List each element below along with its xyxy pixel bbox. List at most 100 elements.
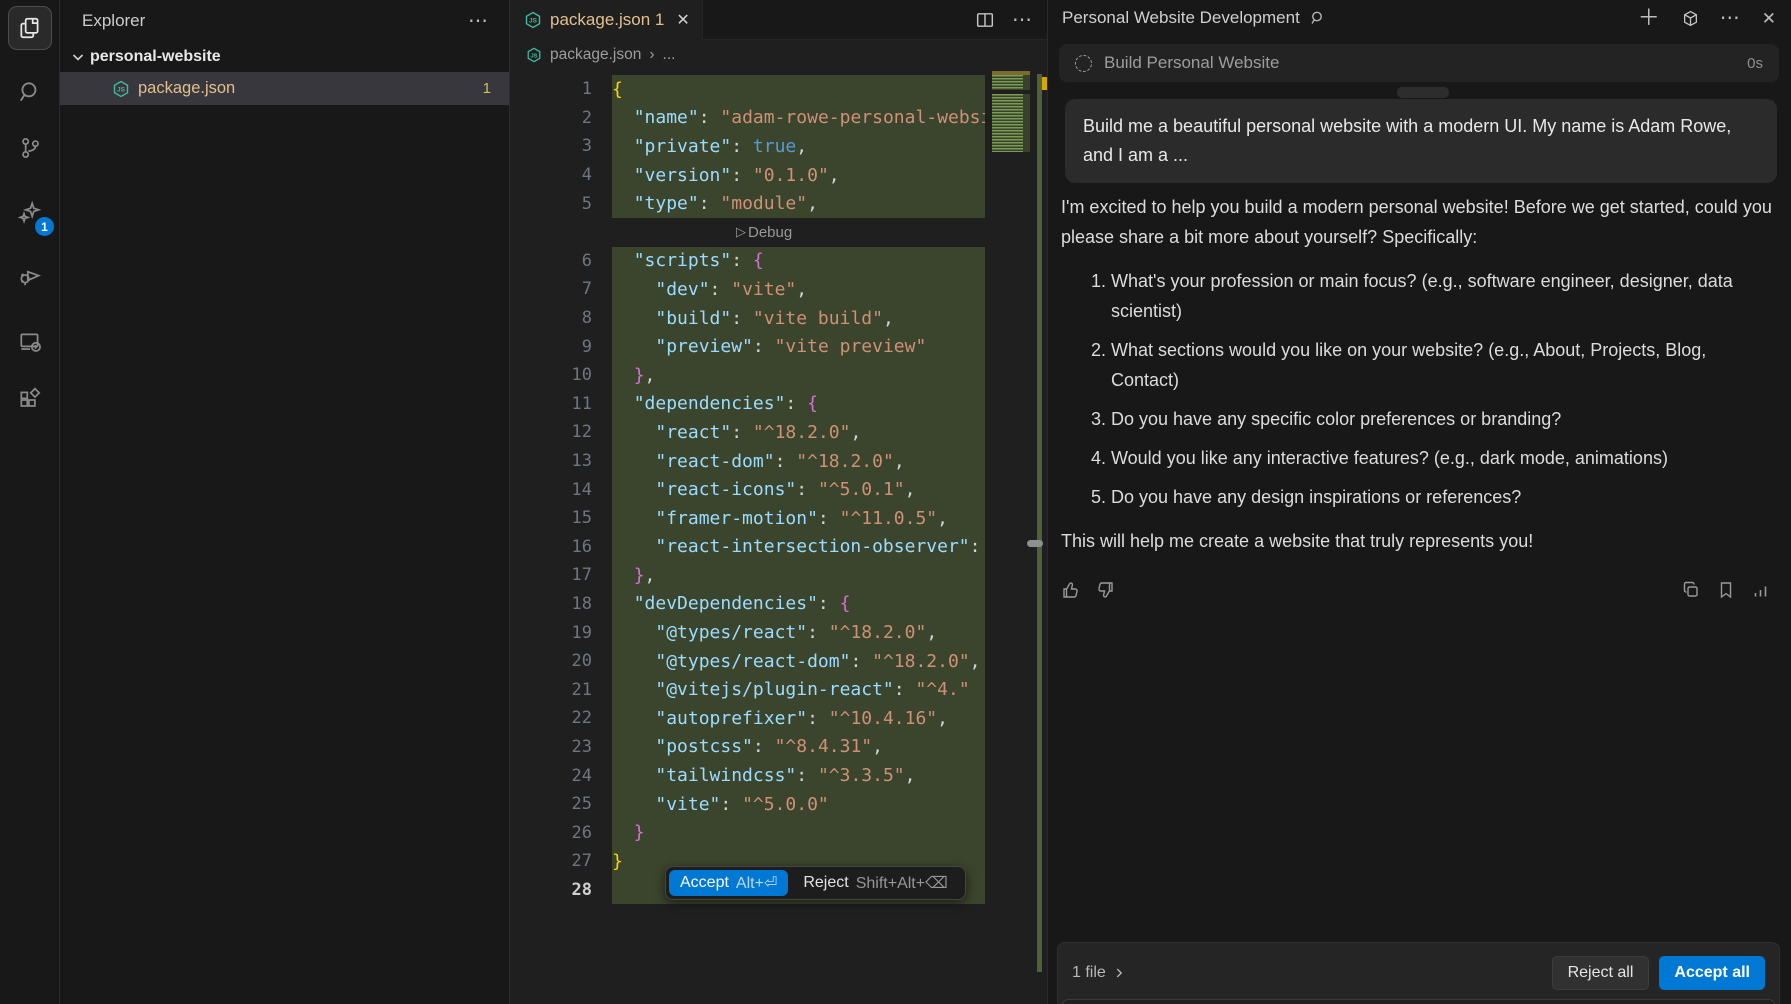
copilot-chat-icon[interactable]: 1 <box>8 190 52 234</box>
spinner-icon <box>1075 55 1092 72</box>
chevron-right-icon <box>1112 966 1126 980</box>
run-debug-icon[interactable] <box>8 253 52 297</box>
accept-all-button[interactable]: Accept all <box>1659 956 1765 990</box>
code-line: 10 }, <box>510 361 1047 390</box>
breadcrumb-separator: › <box>649 46 654 64</box>
copilot-badge: 1 <box>35 217 54 236</box>
minimap[interactable] <box>992 71 1030 152</box>
reject-all-button[interactable]: Reject all <box>1552 956 1650 990</box>
code-line: 8 "build": "vite build", <box>510 304 1047 333</box>
code-line: 18 "devDependencies": { <box>510 590 1047 619</box>
breadcrumb-more: ... <box>663 46 676 64</box>
breadcrumb[interactable]: JS package.json › ... <box>510 40 1047 70</box>
code-line: 5 "type": "module", <box>510 189 1047 218</box>
assistant-list-item: Would you like any interactive features?… <box>1111 443 1777 473</box>
run-triangle-icon: ▷ <box>736 224 746 240</box>
svg-text:JS: JS <box>117 86 126 93</box>
chat-close-icon[interactable]: ✕ <box>1762 10 1777 27</box>
code-line: 9 "preview": "vite preview" <box>510 332 1047 361</box>
assistant-list-item: Do you have any design inspirations or r… <box>1111 482 1777 512</box>
reject-keybinding: Shift+Alt+⌫ <box>856 873 948 893</box>
drag-handle[interactable] <box>1397 87 1449 98</box>
extensions-icon[interactable] <box>8 378 52 422</box>
search-icon[interactable] <box>8 70 52 114</box>
remote-explorer-icon[interactable] <box>8 320 52 364</box>
code-line: 2 "name": "adam-rowe-personal-website", <box>510 104 1047 133</box>
code-line: 23 "postcss": "^8.4.31", <box>510 733 1047 762</box>
breadcrumb-file: package.json <box>550 46 641 64</box>
assistant-intro: I'm excited to help you build a modern p… <box>1061 192 1777 252</box>
code-line: 25 "vite": "^5.0.0" <box>510 790 1047 819</box>
editor-group: JS package.json 1 ✕ ⋯ JS package.json › … <box>510 0 1047 1004</box>
new-chat-icon[interactable]: ＋ <box>1638 7 1661 29</box>
tab-label: package.json 1 <box>550 10 664 30</box>
accept-keybinding: Alt+⏎ <box>736 873 777 893</box>
tab-bar: JS package.json 1 ✕ ⋯ <box>510 0 1047 40</box>
files-changed-toggle[interactable]: 1 file <box>1072 964 1126 982</box>
assistant-outro: This will help me create a website that … <box>1061 526 1777 556</box>
code-lines[interactable]: 1{2 "name": "adam-rowe-personal-website"… <box>510 70 1047 1004</box>
code-line: 19 "@types/react": "^18.2.0", <box>510 618 1047 647</box>
svg-text:JS: JS <box>529 18 538 25</box>
file-row-package-json[interactable]: JS package.json 1 <box>60 72 509 105</box>
codelens-row[interactable]: ▷Debug <box>510 218 1047 247</box>
split-editor-icon[interactable] <box>976 11 994 29</box>
chat-header: Personal Website Development ＋ ⋯ ✕ <box>1048 0 1791 36</box>
inline-diff-toolbar: Accept Alt+⏎ Reject Shift+Alt+⌫ <box>665 866 966 900</box>
assistant-list-item: What's your profession or main focus? (e… <box>1111 266 1777 326</box>
thumbs-up-icon[interactable] <box>1061 580 1081 600</box>
task-elapsed-time: 0s <box>1747 55 1763 72</box>
chat-title: Personal Website Development <box>1062 8 1300 28</box>
assistant-list-item: Do you have any specific color preferenc… <box>1111 404 1777 434</box>
chat-input-top-edge[interactable] <box>1062 999 1775 1004</box>
chevron-down-icon <box>70 49 86 65</box>
bookmark-icon[interactable] <box>1716 580 1736 600</box>
assistant-list: What's your profession or main focus? (e… <box>1061 266 1777 512</box>
file-problem-badge: 1 <box>483 80 491 97</box>
source-control-icon[interactable] <box>8 126 52 170</box>
chat-panel: Personal Website Development ＋ ⋯ ✕ Build… <box>1047 0 1791 1004</box>
changes-footer: 1 file Reject all Accept all <box>1057 942 1780 1004</box>
explorer-more-icon[interactable]: ⋯ <box>468 11 489 31</box>
folder-name: personal-website <box>90 48 221 66</box>
task-label: Build Personal Website <box>1104 53 1279 73</box>
accept-button[interactable]: Accept Alt+⏎ <box>669 870 788 896</box>
code-line: 16 "react-intersection-observer": <box>510 533 1047 562</box>
code-line: 6 "scripts": { <box>510 247 1047 276</box>
code-line: 21 "@vitejs/plugin-react": "^4." <box>510 675 1047 704</box>
message-actions <box>1061 580 1771 600</box>
package-box-icon[interactable] <box>1682 10 1699 27</box>
code-line: 26 } <box>510 818 1047 847</box>
code-line: 12 "react": "^18.2.0", <box>510 418 1047 447</box>
reject-button[interactable]: Reject Shift+Alt+⌫ <box>792 870 958 896</box>
tab-package-json[interactable]: JS package.json 1 ✕ <box>510 0 703 40</box>
code-line: 14 "react-icons": "^5.0.1", <box>510 475 1047 504</box>
code-line: 24 "tailwindcss": "^3.3.5", <box>510 761 1047 790</box>
task-status-card[interactable]: Build Personal Website 0s <box>1059 44 1779 82</box>
stats-bars-icon[interactable] <box>1751 580 1771 600</box>
code-line: 17 }, <box>510 561 1047 590</box>
nodejs-file-icon: JS <box>526 47 542 63</box>
copy-icon[interactable] <box>1681 580 1701 600</box>
tab-close-icon[interactable]: ✕ <box>676 10 689 30</box>
folder-row-personal-website[interactable]: personal-website <box>60 42 509 72</box>
explorer-icon[interactable] <box>8 6 52 50</box>
overview-ruler-added <box>1037 74 1042 972</box>
assistant-message: I'm excited to help you build a modern p… <box>1061 192 1777 556</box>
vscode-window: 1 Explorer ⋯ personal-website JS package… <box>0 0 1791 1004</box>
code-line: 22 "autoprefixer": "^10.4.16", <box>510 704 1047 733</box>
chat-more-icon[interactable]: ⋯ <box>1720 8 1741 28</box>
user-message-bubble: Build me a beautiful personal website wi… <box>1065 99 1777 183</box>
explorer-sidebar: Explorer ⋯ personal-website JS package.j… <box>60 0 510 1004</box>
assistant-list-item: What sections would you like on your web… <box>1111 335 1777 395</box>
user-message-text: Build me a beautiful personal website wi… <box>1083 116 1731 165</box>
code-line: 20 "@types/react-dom": "^18.2.0", <box>510 647 1047 676</box>
svg-text:JS: JS <box>530 53 537 59</box>
code-line: 4 "version": "0.1.0", <box>510 161 1047 190</box>
editor-more-icon[interactable]: ⋯ <box>1012 10 1033 30</box>
chat-search-icon[interactable] <box>1310 10 1326 26</box>
scrollbar-thumb[interactable] <box>1027 540 1043 547</box>
activity-bar: 1 <box>0 0 60 1004</box>
nodejs-file-icon: JS <box>112 80 130 98</box>
thumbs-down-icon[interactable] <box>1095 580 1115 600</box>
